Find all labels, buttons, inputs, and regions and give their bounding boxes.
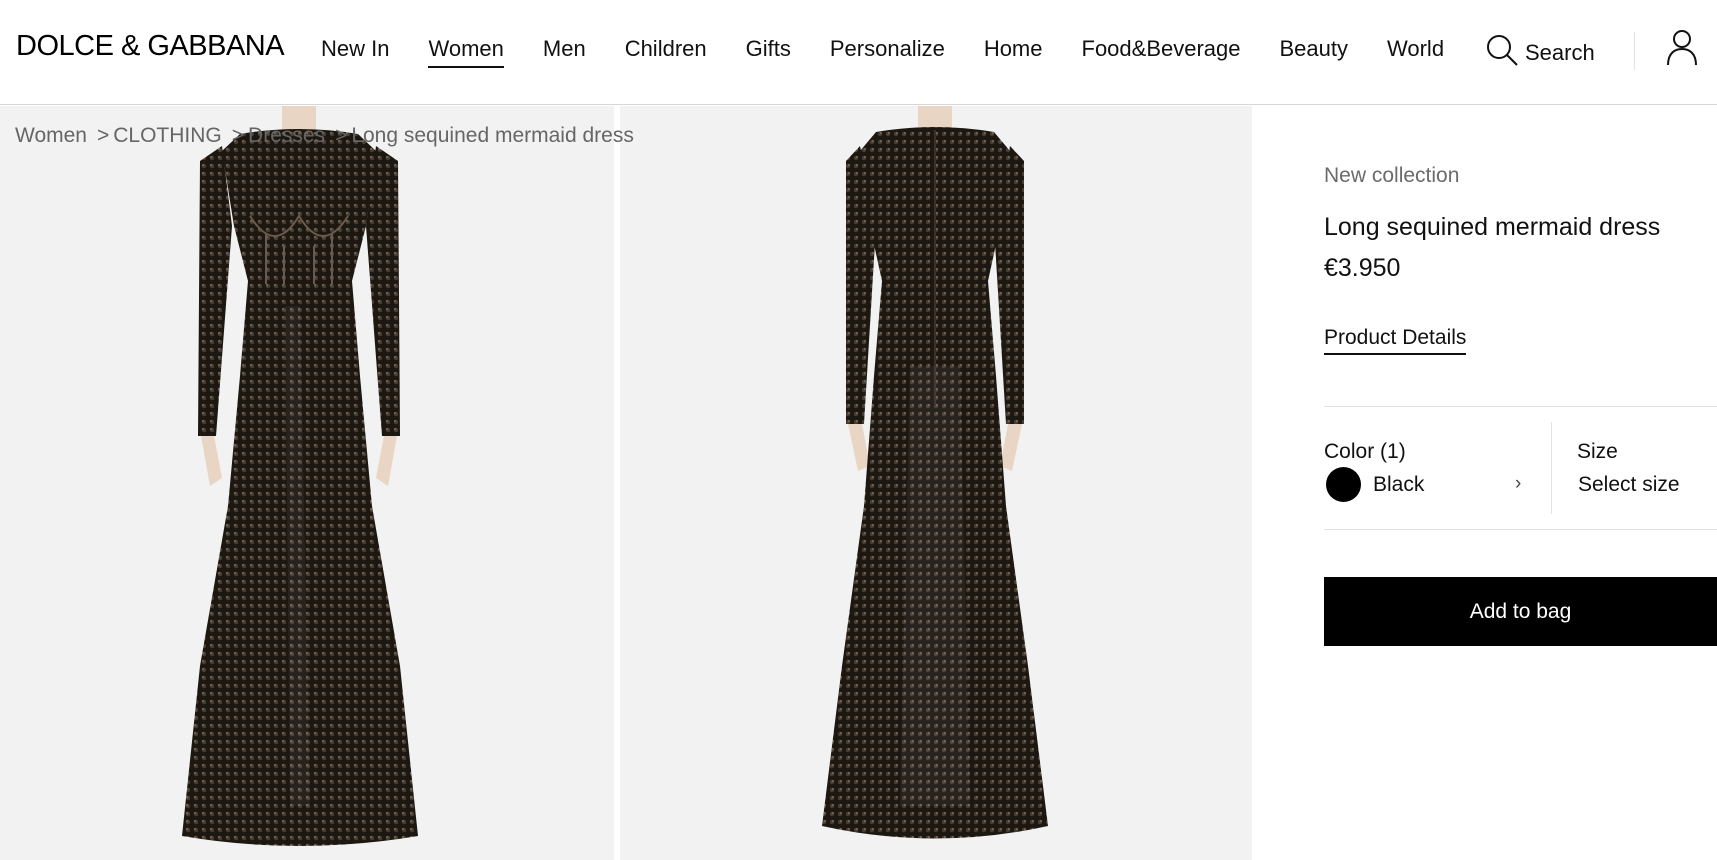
user-icon bbox=[1667, 30, 1697, 66]
search-icon bbox=[1485, 33, 1519, 72]
product-info-panel: New collection Long sequined mermaid dre… bbox=[1324, 106, 1717, 860]
size-label: Size bbox=[1577, 440, 1618, 463]
nav-item-food-beverage[interactable]: Food&Beverage bbox=[1082, 36, 1241, 68]
breadcrumb-dresses[interactable]: Dresses bbox=[248, 124, 325, 148]
breadcrumb-separator: > bbox=[96, 124, 110, 147]
breadcrumb-separator: > bbox=[231, 124, 245, 147]
nav-item-home[interactable]: Home bbox=[984, 36, 1043, 68]
header-divider bbox=[1634, 32, 1635, 70]
product-image-front[interactable] bbox=[0, 106, 614, 860]
nav-item-new-in[interactable]: New In bbox=[321, 36, 389, 68]
nav-item-beauty[interactable]: Beauty bbox=[1280, 36, 1349, 68]
color-label: Color (1) bbox=[1324, 440, 1406, 463]
divider bbox=[1324, 529, 1717, 530]
color-selector[interactable] bbox=[1324, 406, 1552, 529]
nav-item-men[interactable]: Men bbox=[543, 36, 586, 68]
breadcrumb-current: Long sequined mermaid dress bbox=[351, 124, 634, 147]
color-value: Black bbox=[1373, 473, 1425, 496]
search-label: Search bbox=[1525, 39, 1595, 65]
chevron-right-icon: › bbox=[1515, 473, 1522, 494]
size-select-value[interactable]: Select size bbox=[1578, 473, 1680, 497]
collection-label: New collection bbox=[1324, 164, 1460, 187]
nav-item-world[interactable]: World bbox=[1387, 36, 1444, 68]
breadcrumb-separator: > bbox=[335, 124, 348, 147]
product-price: €3.950 bbox=[1324, 254, 1401, 282]
brand-logo[interactable]: DOLCE & GABBANA bbox=[16, 30, 285, 63]
product-image-back[interactable] bbox=[620, 106, 1252, 860]
nav-item-personalize[interactable]: Personalize bbox=[830, 36, 945, 68]
breadcrumb-clothing[interactable]: CLOTHING bbox=[113, 124, 222, 148]
color-swatch-black[interactable] bbox=[1326, 467, 1361, 502]
breadcrumb-women[interactable]: Women bbox=[15, 124, 87, 148]
site-header: DOLCE & GABBANA New In Women Men Childre… bbox=[0, 0, 1717, 105]
nav-item-gifts[interactable]: Gifts bbox=[746, 36, 791, 68]
search-button[interactable]: Search bbox=[1485, 33, 1595, 72]
product-details-link[interactable]: Product Details bbox=[1324, 326, 1467, 355]
account-button[interactable] bbox=[1665, 28, 1699, 66]
nav-item-women[interactable]: Women bbox=[428, 36, 504, 68]
product-title: Long sequined mermaid dress bbox=[1324, 213, 1661, 241]
size-selector[interactable] bbox=[1552, 406, 1717, 529]
nav-item-children[interactable]: Children bbox=[625, 36, 707, 68]
breadcrumb: Women > CLOTHING > Dresses > Long sequin… bbox=[15, 124, 634, 148]
add-to-bag-button[interactable]: Add to bag bbox=[1324, 577, 1717, 646]
main-nav: New In Women Men Children Gifts Personal… bbox=[321, 36, 1483, 68]
product-gallery bbox=[0, 106, 1252, 860]
